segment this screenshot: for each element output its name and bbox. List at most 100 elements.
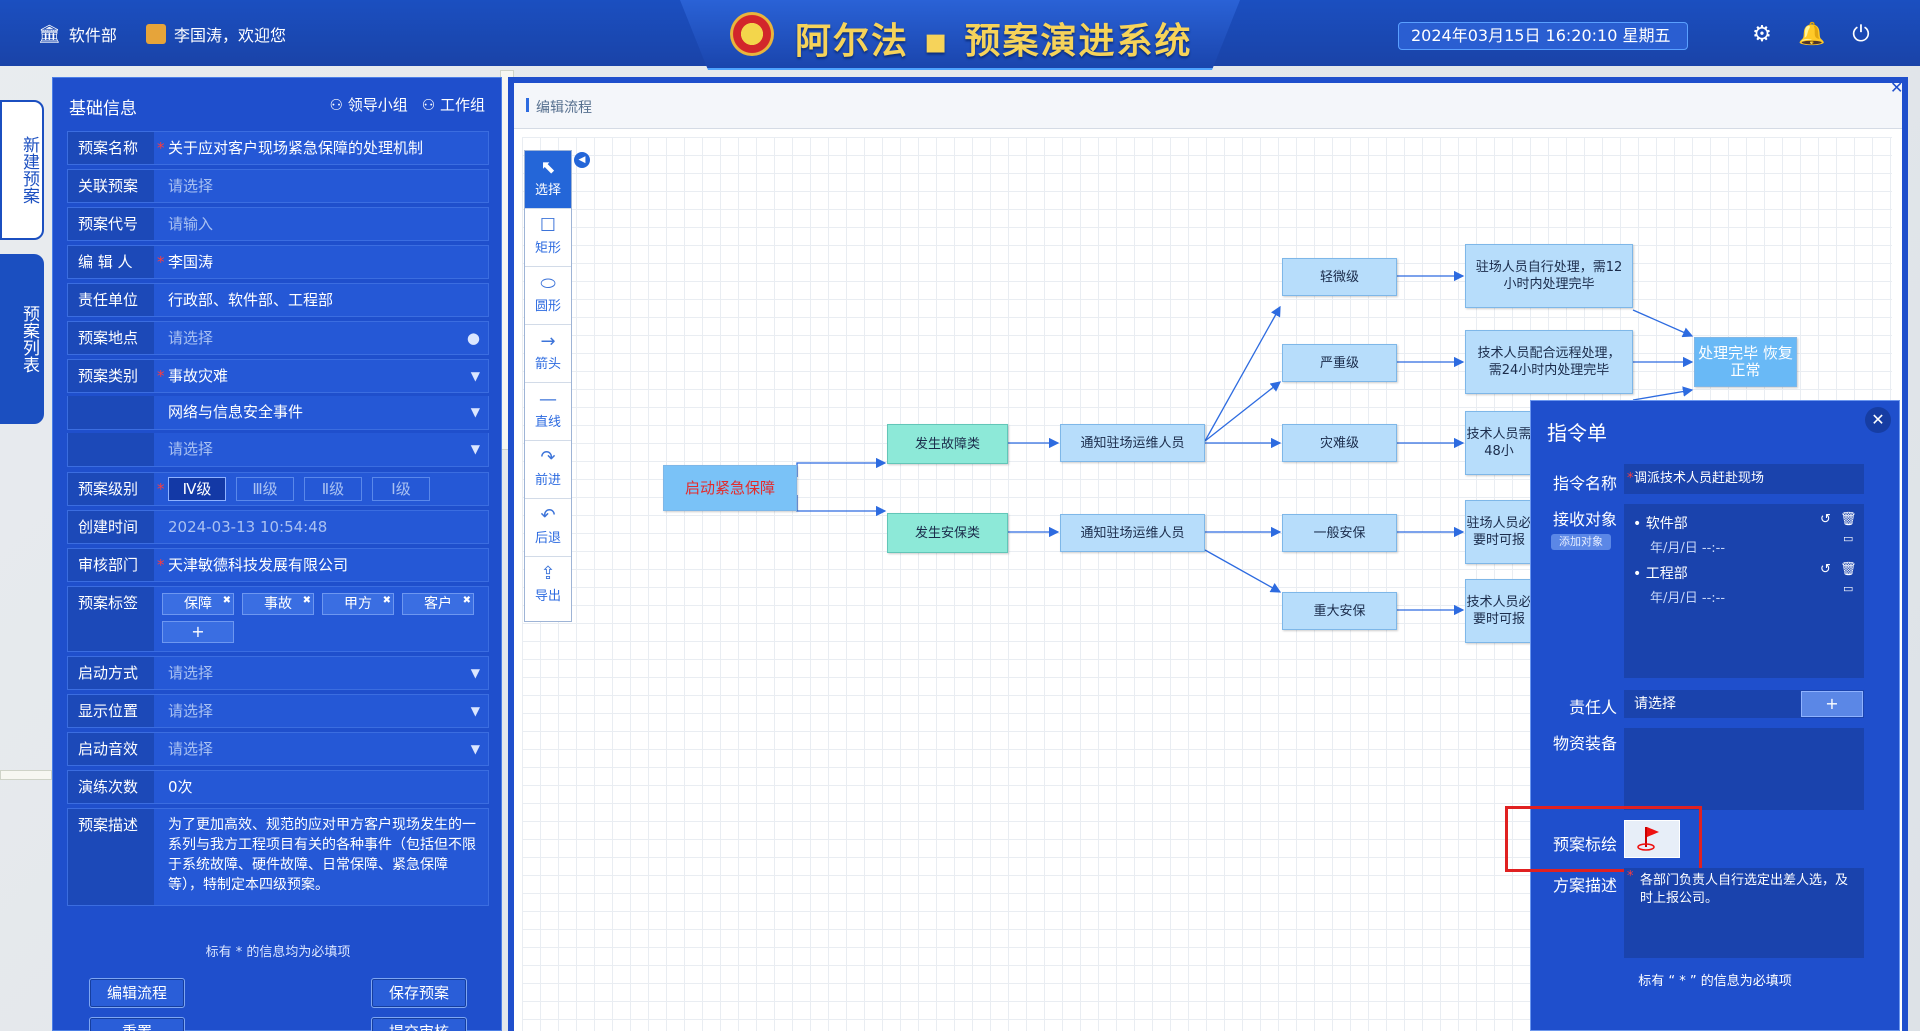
user-welcome[interactable]: 李国涛，欢迎您 <box>146 22 286 46</box>
flow-node-major-security[interactable]: 重大安保 <box>1282 592 1397 630</box>
display-select[interactable]: 请选择 <box>154 695 488 727</box>
leader-group-link[interactable]: ⚇ 领导小组 <box>330 94 408 115</box>
gear-icon[interactable]: ⚙ <box>1749 22 1775 48</box>
tags-group: 保障 ✖ 事故 ✖ 甲方 ✖ 客户 ✖ + <box>154 587 488 651</box>
audit-input[interactable]: 天津敏德科技发展有限公司 <box>154 549 488 581</box>
flow-node-notify[interactable]: 通知驻场运维人员 <box>1060 424 1205 462</box>
history-icon[interactable]: ↺ <box>1820 512 1831 527</box>
flow-node-security[interactable]: 发生安保类 <box>887 513 1008 553</box>
close-icon[interactable]: ✖ <box>383 591 391 611</box>
flow-node-minor[interactable]: 轻微级 <box>1282 258 1397 296</box>
tag-chip[interactable]: 客户 ✖ <box>402 593 474 615</box>
unit-row: 责任单位 行政部、软件部、工程部 <box>67 283 489 317</box>
flow-node-serious[interactable]: 严重级 <box>1282 344 1397 382</box>
tool-circle[interactable]: ⬭ 圆形 <box>525 267 571 325</box>
tool-redo[interactable]: ↷ 前进 <box>525 441 571 499</box>
tool-rectangle[interactable]: ☐ 矩形 <box>525 209 571 267</box>
flow-node-result[interactable]: 技术人员需48小 <box>1465 411 1533 475</box>
tab-plan-list[interactable]: 预案列表 <box>0 254 44 424</box>
command-name-input[interactable]: 调派技术人员赶赴现场 <box>1624 464 1864 494</box>
owner-label: 责任人 <box>1568 698 1617 717</box>
plan-code-input[interactable]: 请输入 <box>154 208 488 240</box>
level-4-button[interactable]: Ⅳ级 <box>168 477 226 501</box>
flow-node-normal-security[interactable]: 一般安保 <box>1282 514 1397 552</box>
submit-audit-button[interactable]: 提交审核 <box>371 1017 467 1031</box>
calendar-icon[interactable]: ▭ <box>1843 582 1853 595</box>
top-header: 阿尔法 ▪ 预案演进系统 🏛 软件部 李国涛，欢迎您 2024年03月15日 1… <box>0 0 1920 70</box>
reset-button[interactable]: 重置 <box>89 1017 185 1031</box>
tag-chip[interactable]: 甲方 ✖ <box>322 593 394 615</box>
ellipse-icon: ⬭ <box>540 273 556 294</box>
tool-undo[interactable]: ↶ 后退 <box>525 499 571 557</box>
category-sub2-select[interactable]: 请选择 <box>154 433 488 466</box>
user-group-icon: ⚇ <box>329 96 343 114</box>
category-select[interactable]: 事故灾难 <box>154 360 488 392</box>
close-icon[interactable]: ✕ <box>1890 78 1903 97</box>
history-icon[interactable]: ↺ <box>1820 562 1831 577</box>
export-icon: ⇪ <box>540 563 556 584</box>
bell-icon[interactable]: 🔔 <box>1798 22 1825 48</box>
level-2-button[interactable]: Ⅱ级 <box>304 477 362 501</box>
receiver-date[interactable]: 年/月/日 --:-- <box>1650 537 1725 556</box>
receiver-date[interactable]: 年/月/日 --:-- <box>1650 587 1725 606</box>
save-plan-button[interactable]: 保存预案 <box>371 978 467 1008</box>
plan-name-input[interactable]: 关于应对客户现场紧急保障的处理机制 <box>154 132 488 164</box>
flow-node-result[interactable]: 技术人员必要时可报 <box>1465 579 1533 643</box>
category-sub-select[interactable]: 网络与信息安全事件 <box>154 396 488 429</box>
trash-icon[interactable]: 🗑 <box>1840 562 1857 577</box>
tag-chip[interactable]: 事故 ✖ <box>242 593 314 615</box>
close-icon[interactable]: ✕ <box>1865 407 1891 433</box>
related-plan-select[interactable]: 请选择 <box>154 170 488 202</box>
tool-export[interactable]: ⇪ 导出 <box>525 557 571 615</box>
calendar-icon[interactable]: ▭ <box>1843 532 1853 545</box>
start-select[interactable]: 请选择 <box>154 657 488 689</box>
tool-select[interactable]: ⬉ 选择 <box>525 151 571 209</box>
sound-select[interactable]: 请选择 <box>154 733 488 765</box>
flow-node-disaster[interactable]: 灾难级 <box>1282 424 1397 462</box>
created-time: 2024-03-13 10:54:48 <box>154 511 488 543</box>
category-sub-row: 网络与信息安全事件 <box>67 396 489 430</box>
unit-input[interactable]: 行政部、软件部、工程部 <box>154 284 488 316</box>
level-1-button[interactable]: Ⅰ级 <box>372 477 430 501</box>
add-tag-button[interactable]: + <box>162 621 234 643</box>
edit-flow-button[interactable]: 编辑流程 <box>89 978 185 1008</box>
rectangle-icon: ☐ <box>539 215 557 236</box>
flow-node-end[interactable]: 处理完毕 恢复正常 <box>1694 337 1797 387</box>
work-group-link[interactable]: ⚇ 工作组 <box>422 94 485 115</box>
flow-node-result[interactable]: 技术人员配合远程处理，需24小时内处理完毕 <box>1465 330 1633 394</box>
receiver-item: • 软件部 年/月/日 --:-- <box>1633 516 1726 556</box>
add-receiver-button[interactable]: 添加对象 <box>1551 534 1611 550</box>
editor-input[interactable]: 李国涛 <box>154 246 488 278</box>
collapse-toolbar-icon[interactable]: ◀ <box>574 152 590 168</box>
add-owner-button[interactable]: + <box>1801 691 1863 717</box>
tool-arrow[interactable]: → 箭头 <box>525 325 571 383</box>
material-textarea[interactable] <box>1624 728 1864 810</box>
flow-node-result[interactable]: 驻场人员必要时可报 <box>1465 500 1533 564</box>
desc-textarea[interactable]: 为了更加高效、规范的应对甲方客户现场发生的一系列与我方工程项目有关的各种事件（包… <box>154 809 488 905</box>
command-title: 指令单 <box>1547 421 1607 445</box>
plan-name-row: 预案名称 关于应对客户现场紧急保障的处理机制 <box>67 131 489 165</box>
plan-desc-textarea[interactable]: 各部门负责人自行选定出差人选，及时上报公司。 <box>1624 868 1864 958</box>
start-row: 启动方式 请选择 <box>67 656 489 690</box>
datetime-display: 2024年03月15日 16:20:10 星期五 <box>1398 22 1688 50</box>
location-row: 预案地点 请选择 ● <box>67 321 489 355</box>
tool-line[interactable]: — 直线 <box>525 383 571 441</box>
close-icon[interactable]: ✖ <box>223 591 231 611</box>
location-select[interactable]: 请选择 ● <box>154 322 488 354</box>
close-icon[interactable]: ✖ <box>463 591 471 611</box>
department-menu[interactable]: 🏛 软件部 <box>38 22 117 46</box>
trash-icon[interactable]: 🗑 <box>1840 512 1857 527</box>
tab-new-plan[interactable]: 新建预案 <box>0 100 44 240</box>
user-icon: ⚇ <box>421 96 436 114</box>
flow-node-fault[interactable]: 发生故障类 <box>887 424 1008 464</box>
tag-chip[interactable]: 保障 ✖ <box>162 593 234 615</box>
close-icon[interactable]: ✖ <box>303 591 311 611</box>
flow-node-result[interactable]: 驻场人员自行处理，需12小时内处理完毕 <box>1465 244 1633 308</box>
material-label: 物资装备 <box>1552 734 1617 753</box>
level-3-button[interactable]: Ⅲ级 <box>236 477 294 501</box>
power-icon[interactable]: ⏻ <box>1848 22 1874 48</box>
receiver-item: • 工程部 年/月/日 --:-- <box>1633 566 1726 606</box>
flow-node-start[interactable]: 启动紧急保障 <box>663 465 797 511</box>
flow-node-notify[interactable]: 通知驻场运维人员 <box>1060 514 1205 552</box>
drill-count: 0次 <box>154 771 488 803</box>
